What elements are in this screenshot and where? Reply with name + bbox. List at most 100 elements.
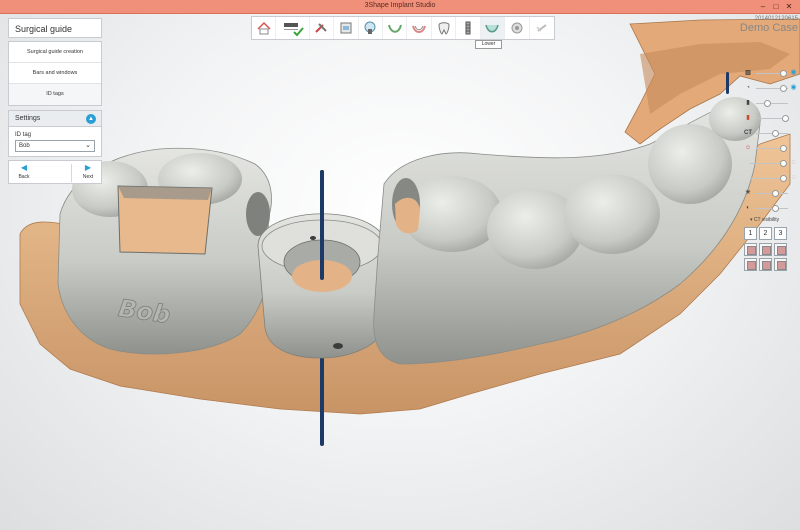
tooltip: Lower	[475, 40, 502, 49]
guide-icon: ◔	[746, 85, 750, 91]
slider-guide[interactable]: ◔ ◉	[740, 81, 798, 96]
back-label: Back	[18, 174, 30, 180]
slider-contrast[interactable]: ◐	[740, 201, 798, 216]
implant-button[interactable]	[359, 17, 383, 39]
slider-sleeve[interactable]: ▮	[740, 111, 798, 126]
wizard-navigation: ◀ Back ▶ Next	[8, 160, 102, 184]
surgical-guide-button[interactable]	[456, 17, 481, 39]
chevron-down-icon: ⌄	[85, 142, 91, 149]
ct-slice-buttons: 1 2 3	[740, 227, 798, 240]
maximize-button[interactable]: □	[771, 2, 781, 11]
3d-viewport[interactable]: Bob	[0, 14, 800, 530]
arrow-right-icon: ▶	[84, 163, 92, 172]
home-icon	[257, 21, 271, 35]
slider-knob[interactable]	[780, 175, 787, 182]
eye-icon[interactable]: ◉	[789, 68, 798, 77]
contrast-icon: ◐	[746, 205, 750, 211]
lower-jaw-button[interactable]	[407, 17, 432, 39]
view-front-icon[interactable]	[759, 243, 772, 256]
slider-nerve[interactable]: ◌	[740, 156, 798, 171]
surgical-guide-icon	[465, 21, 471, 35]
home-button[interactable]	[252, 17, 277, 39]
tools-button[interactable]	[310, 17, 335, 39]
left-panel: Surgical guide Surgical guide creation B…	[8, 18, 102, 184]
next-button[interactable]: ▶ Next	[73, 163, 103, 180]
slider-knob[interactable]	[782, 115, 789, 122]
link-button[interactable]	[530, 17, 554, 39]
sleeve-hole	[310, 236, 316, 240]
slider-brightness[interactable]: ☀	[740, 186, 798, 201]
view-left-icon[interactable]	[744, 258, 757, 271]
plan-checked-icon	[283, 23, 304, 36]
slider-knob[interactable]	[764, 100, 771, 107]
sleeve-icon: ▮	[746, 115, 750, 121]
view-top-icon[interactable]	[744, 243, 757, 256]
brightness-icon: ☀	[745, 190, 751, 196]
scan-icon	[340, 22, 352, 34]
settings-section: Settings ▲ ID tag Bob ⌄	[8, 110, 102, 157]
window-title: 3Shape Implant Studio	[364, 2, 436, 9]
slider-knob[interactable]	[780, 70, 787, 77]
close-button[interactable]: ✕	[784, 2, 794, 11]
step-list: Surgical guide creation Bars and windows…	[8, 41, 102, 106]
ct-button-2[interactable]: 2	[759, 227, 772, 240]
settings-title: Settings	[15, 115, 41, 122]
tooth-button[interactable]	[432, 17, 457, 39]
lower-icon	[485, 24, 500, 33]
case-name: Demo Case	[739, 22, 798, 34]
minimize-button[interactable]: –	[758, 2, 768, 11]
slider-knob[interactable]	[772, 130, 779, 137]
slider-knob[interactable]	[780, 160, 787, 167]
crown-icon[interactable]: ◌	[789, 173, 798, 182]
slider-ct[interactable]: CT	[740, 126, 798, 141]
slider-tooth[interactable]: ☺	[740, 141, 798, 156]
view-buttons	[740, 243, 798, 271]
tooth-icon	[438, 22, 450, 35]
export-button[interactable]	[505, 17, 530, 39]
eye-icon[interactable]: ◉	[789, 83, 798, 92]
lower-jaw-icon	[412, 25, 427, 33]
slider-model[interactable]: ▥ ◉	[740, 66, 798, 81]
title-bar: 3Shape Implant Studio – □ ✕	[0, 0, 800, 14]
ct-visibility-label: CT visibility	[753, 217, 780, 223]
implant-icon: ▮	[746, 100, 750, 106]
dental-model-scene[interactable]: Bob	[0, 14, 800, 530]
panel-title: Surgical guide	[8, 18, 102, 38]
slider-knob[interactable]	[780, 145, 787, 152]
sleeve-hole	[333, 343, 343, 349]
plan-button[interactable]	[276, 17, 310, 39]
tooth-icon: ☺	[744, 145, 752, 151]
slider-implant[interactable]: ▮	[740, 96, 798, 111]
slider-knob[interactable]	[772, 205, 779, 212]
slider-crown[interactable]: ◌	[740, 171, 798, 186]
ct-icon: CT	[744, 130, 752, 136]
slider-knob[interactable]	[780, 85, 787, 92]
ct-button-1[interactable]: 1	[744, 227, 757, 240]
workflow-toolbar	[251, 16, 555, 40]
settings-header[interactable]: Settings ▲	[9, 111, 101, 127]
view-bottom-icon[interactable]	[774, 258, 787, 271]
ct-button-3[interactable]: 3	[774, 227, 787, 240]
case-info: 2014012120615 Demo Case	[740, 16, 798, 34]
step-id-tags[interactable]: ID tags	[9, 84, 101, 105]
back-button[interactable]: ◀ Back	[9, 163, 39, 180]
export-icon	[511, 22, 523, 34]
arch-button[interactable]	[383, 17, 408, 39]
view-back-icon[interactable]	[759, 258, 772, 271]
view-right-icon[interactable]	[774, 243, 787, 256]
chevron-up-icon[interactable]: ▲	[86, 114, 96, 124]
next-label: Next	[82, 174, 94, 180]
ct-visibility-toggle[interactable]: ▾ CT visibility	[740, 217, 798, 223]
arch-icon	[387, 24, 402, 33]
step-bars-and-windows[interactable]: Bars and windows	[9, 63, 101, 84]
scan-button[interactable]	[334, 17, 359, 39]
nav-divider	[71, 164, 72, 182]
nerve-icon[interactable]: ◌	[789, 158, 798, 167]
step-surgical-guide-creation[interactable]: Surgical guide creation	[9, 42, 101, 63]
id-tag-value: Bob	[19, 143, 30, 149]
implant-icon	[364, 21, 376, 34]
id-tag-select[interactable]: Bob ⌄	[15, 140, 95, 152]
visibility-panel: ▥ ◉ ◔ ◉ ▮ ▮ CT ☺ ◌ ◌ ☀ ◐ ▾ CT visibility…	[740, 66, 798, 271]
lower-button[interactable]	[480, 17, 506, 39]
slider-knob[interactable]	[772, 190, 779, 197]
